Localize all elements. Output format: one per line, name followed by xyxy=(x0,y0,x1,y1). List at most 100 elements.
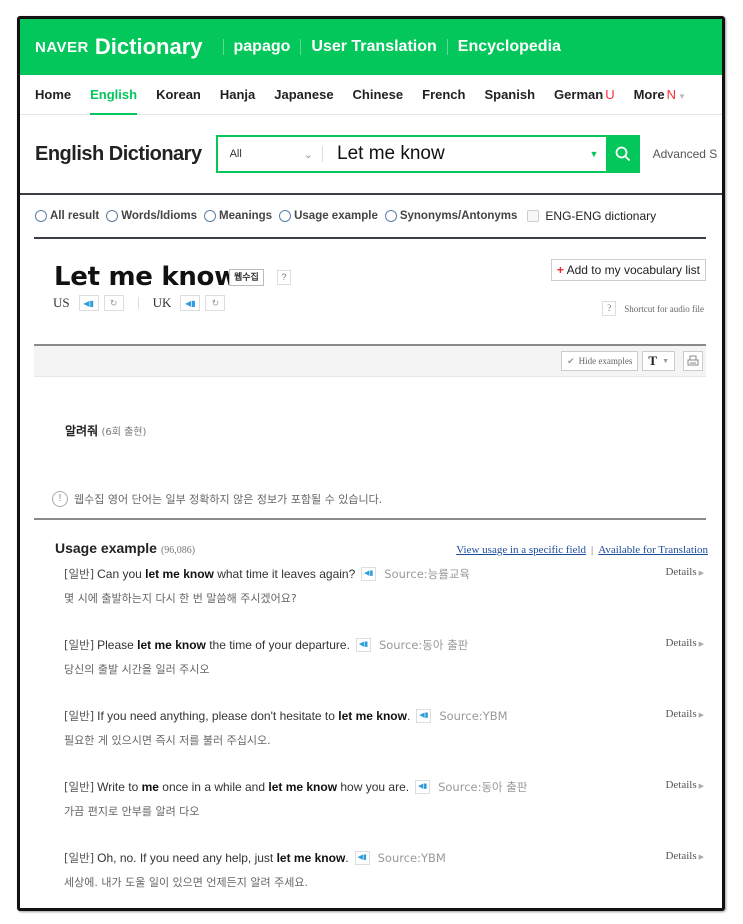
filter-meanings[interactable]: Meanings xyxy=(204,210,272,222)
nav-home[interactable]: Home xyxy=(35,75,71,115)
text: . xyxy=(345,851,349,865)
example-category: [일반] xyxy=(64,780,95,794)
eng-eng-checkbox[interactable]: ENG-ENG dictionary xyxy=(527,209,656,223)
record-compare-icon[interactable]: ↻ xyxy=(103,295,124,311)
example-category: [일반] xyxy=(64,567,95,581)
nav-hanja[interactable]: Hanja xyxy=(220,75,255,115)
nav-label: French xyxy=(422,86,466,102)
audio-shortcut: ? Shortcut for audio file xyxy=(602,301,704,316)
highlight: let me know xyxy=(276,851,346,865)
text: the time of your departure. xyxy=(205,638,350,652)
details-link[interactable]: Details ▶ xyxy=(665,779,704,791)
example-item: [일반] Please let me know the time of your… xyxy=(34,633,706,704)
example-korean: 가끔 편지로 안부를 알려 다오 xyxy=(64,805,200,818)
example-category: [일반] xyxy=(64,709,95,723)
radio-button[interactable] xyxy=(35,210,47,222)
search-scope-select[interactable]: All ⌄ xyxy=(218,137,324,171)
example-item: [일반] Write to me once in a while and let… xyxy=(34,775,706,846)
help-button[interactable]: ? xyxy=(602,301,617,316)
filter-label: Meanings xyxy=(219,210,273,222)
record-compare-icon[interactable]: ↻ xyxy=(205,295,226,311)
font-size-button[interactable]: T ▼ xyxy=(642,351,675,371)
plus-icon: + xyxy=(556,263,564,277)
hide-examples-button[interactable]: ✔ Hide examples xyxy=(561,351,639,371)
accuracy-notice: ! 웹수집 영어 단어는 일부 정확하지 않은 정보가 포함될 수 있습니다. xyxy=(52,491,382,507)
dictionary-logo[interactable]: Dictionary xyxy=(95,34,203,60)
example-korean: 당신의 출발 시간을 일러 주시오 xyxy=(64,663,210,676)
encyclopedia-link[interactable]: Encyclopedia xyxy=(458,38,561,56)
search-button[interactable] xyxy=(605,135,640,173)
radio-button[interactable] xyxy=(279,210,292,222)
nav-label: Korean xyxy=(156,86,201,102)
print-button[interactable] xyxy=(683,351,703,371)
nav-french[interactable]: French xyxy=(422,75,465,115)
meaning-word: 알려줘 xyxy=(65,424,99,438)
filter-synonyms-antonyms[interactable]: Synonyms/Antonyms xyxy=(384,210,517,222)
print-icon xyxy=(687,355,699,366)
user-translation-link[interactable]: User Translation xyxy=(311,38,436,56)
available-for-translation-link[interactable]: Available for Translation xyxy=(598,544,708,556)
radio-button[interactable] xyxy=(384,210,397,222)
advanced-search-link[interactable]: Advanced S xyxy=(653,147,718,161)
example-item: [일반] Oh, no. If you need any help, just … xyxy=(34,846,706,908)
highlight: me xyxy=(141,780,159,794)
filter-words-idioms[interactable]: Words/Idioms xyxy=(106,210,197,222)
papago-link[interactable]: papago xyxy=(234,38,291,56)
example-english[interactable]: Can you let me know what time it leaves … xyxy=(97,565,355,583)
text: what time it leaves again? xyxy=(213,567,356,581)
page-title[interactable]: English Dictionary xyxy=(35,143,202,166)
search-input[interactable] xyxy=(323,137,582,171)
naver-logo[interactable]: NAVER xyxy=(35,39,89,56)
example-english[interactable]: Please let me know the time of your depa… xyxy=(97,636,350,654)
triangle-right-icon: ▶ xyxy=(698,569,704,577)
details-link[interactable]: Details ▶ xyxy=(665,850,704,862)
nav-japanese[interactable]: Japanese xyxy=(274,75,333,115)
example-english[interactable]: If you need anything, please don't hesit… xyxy=(97,707,410,725)
nav-label: More xyxy=(633,86,665,102)
speaker-icon[interactable]: ◀▮ xyxy=(78,295,99,311)
nav-spanish[interactable]: Spanish xyxy=(484,75,535,115)
text: Please xyxy=(97,638,138,652)
usage-header: Usage example (96,086) View usage in a sp… xyxy=(34,540,708,562)
view-usage-by-field-link[interactable]: View usage in a specific field xyxy=(456,544,586,556)
shortcut-link[interactable]: Shortcut for audio file xyxy=(624,304,704,314)
add-to-vocabulary-button[interactable]: + Add to my vocabulary list xyxy=(550,259,706,281)
checkbox-label: ENG-ENG dictionary xyxy=(545,209,657,223)
speaker-icon[interactable]: ◀▮ xyxy=(180,295,201,311)
checkbox[interactable] xyxy=(527,210,540,222)
top-bar: NAVER Dictionary papago User Translation… xyxy=(20,19,722,75)
nav-label: Hanja xyxy=(219,86,256,102)
divider: | xyxy=(591,544,594,556)
section-divider xyxy=(34,518,706,520)
update-badge: U xyxy=(605,86,615,102)
details-link[interactable]: Details ▶ xyxy=(665,637,704,649)
nav-german[interactable]: German U xyxy=(554,75,615,115)
speaker-icon[interactable]: ◀▮ xyxy=(355,638,371,652)
example-english[interactable]: Write to me once in a while and let me k… xyxy=(97,778,409,796)
filter-label: All result xyxy=(50,210,100,222)
divider xyxy=(446,39,448,55)
text: how you are. xyxy=(337,780,410,794)
meaning-section: 알려줘 (6회 출현) ! 웹수집 영어 단어는 일부 정확하지 않은 정보가 … xyxy=(34,377,706,507)
new-badge: N xyxy=(666,86,677,102)
radio-button[interactable] xyxy=(106,210,119,222)
scope-label: All xyxy=(229,148,242,160)
radio-button[interactable] xyxy=(204,210,217,222)
nav-chinese[interactable]: Chinese xyxy=(353,75,404,115)
example-english[interactable]: Oh, no. If you need any help, just let m… xyxy=(97,849,348,867)
speaker-icon[interactable]: ◀▮ xyxy=(416,709,432,723)
details-link[interactable]: Details ▶ xyxy=(665,708,704,720)
nav-korean[interactable]: Korean xyxy=(156,75,201,115)
filter-all-result[interactable]: All result xyxy=(35,210,99,222)
nav-label: Japanese xyxy=(274,86,334,102)
speaker-icon[interactable]: ◀▮ xyxy=(361,567,377,581)
speaker-icon[interactable]: ◀▮ xyxy=(415,780,431,794)
filter-usage-example[interactable]: Usage example xyxy=(279,210,378,222)
help-button[interactable]: ? xyxy=(277,270,291,285)
speaker-icon[interactable]: ◀▮ xyxy=(354,851,370,865)
details-link[interactable]: Details ▶ xyxy=(665,566,704,578)
autocomplete-toggle-icon[interactable]: ▼ xyxy=(582,137,606,171)
nav-english[interactable]: English xyxy=(90,75,137,115)
nav-more[interactable]: More N ▼ xyxy=(634,75,686,115)
example-sentence: [일반] If you need anything, please don't … xyxy=(64,704,706,726)
